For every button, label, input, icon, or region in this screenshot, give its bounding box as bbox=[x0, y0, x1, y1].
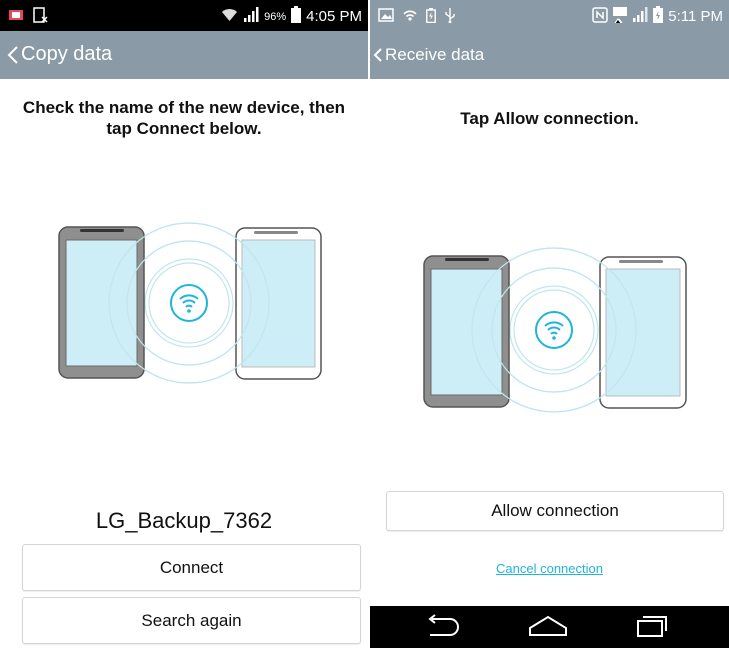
connection-illustration bbox=[58, 222, 322, 384]
battery-icon bbox=[653, 6, 664, 27]
app-bar: Copy data bbox=[0, 31, 368, 79]
old-phone bbox=[58, 226, 145, 379]
wifi-icon bbox=[170, 284, 208, 322]
right-screen: 5:11 PM Receive data Tap Allow connectio… bbox=[370, 0, 729, 648]
nfc-icon bbox=[592, 6, 608, 27]
connection-illustration bbox=[423, 247, 687, 413]
instruction-text: Tap Allow connection. bbox=[460, 109, 639, 128]
back-chevron-icon[interactable] bbox=[3, 44, 23, 66]
notification-app-icon bbox=[8, 7, 24, 27]
allow-connection-button[interactable]: Allow connection bbox=[386, 491, 724, 531]
page-title[interactable]: Copy data bbox=[21, 43, 112, 66]
old-phone bbox=[423, 255, 510, 408]
device-name: LG_Backup_7362 bbox=[95, 508, 273, 533]
image-notification-icon bbox=[378, 8, 394, 26]
battery-charge-icon bbox=[426, 7, 436, 27]
new-phone bbox=[599, 256, 687, 409]
page-title[interactable]: Receive data bbox=[385, 45, 484, 65]
signal-icon bbox=[632, 7, 648, 26]
nav-home-icon[interactable] bbox=[528, 614, 568, 640]
hotspot-icon bbox=[402, 8, 418, 26]
battery-percent: 96% bbox=[264, 10, 287, 23]
navigation-bar bbox=[370, 606, 729, 648]
wifi-icon bbox=[535, 311, 573, 349]
instruction-text: Check the name of the new device, then t… bbox=[22, 98, 346, 138]
signal-icon bbox=[243, 7, 259, 26]
wifi-status-icon bbox=[221, 7, 238, 26]
nav-recents-icon[interactable] bbox=[632, 614, 672, 640]
notification-doc-icon bbox=[32, 7, 48, 27]
app-bar: Receive data bbox=[370, 31, 729, 79]
connect-button[interactable]: Connect bbox=[22, 544, 361, 591]
left-screen: 96% 4:05 PM Copy data Check the name of … bbox=[0, 0, 368, 648]
usb-icon bbox=[444, 7, 456, 27]
lte-icon bbox=[613, 6, 628, 27]
status-time: 4:05 PM bbox=[306, 8, 362, 25]
status-bar: 5:11 PM bbox=[370, 0, 729, 31]
status-bar: 96% 4:05 PM bbox=[0, 0, 368, 31]
nav-back-icon[interactable] bbox=[422, 614, 462, 640]
search-again-button[interactable]: Search again bbox=[22, 597, 361, 644]
status-time: 5:11 PM bbox=[668, 8, 723, 25]
battery-icon bbox=[291, 6, 302, 27]
cancel-connection-link[interactable]: Cancel connection bbox=[370, 561, 729, 576]
